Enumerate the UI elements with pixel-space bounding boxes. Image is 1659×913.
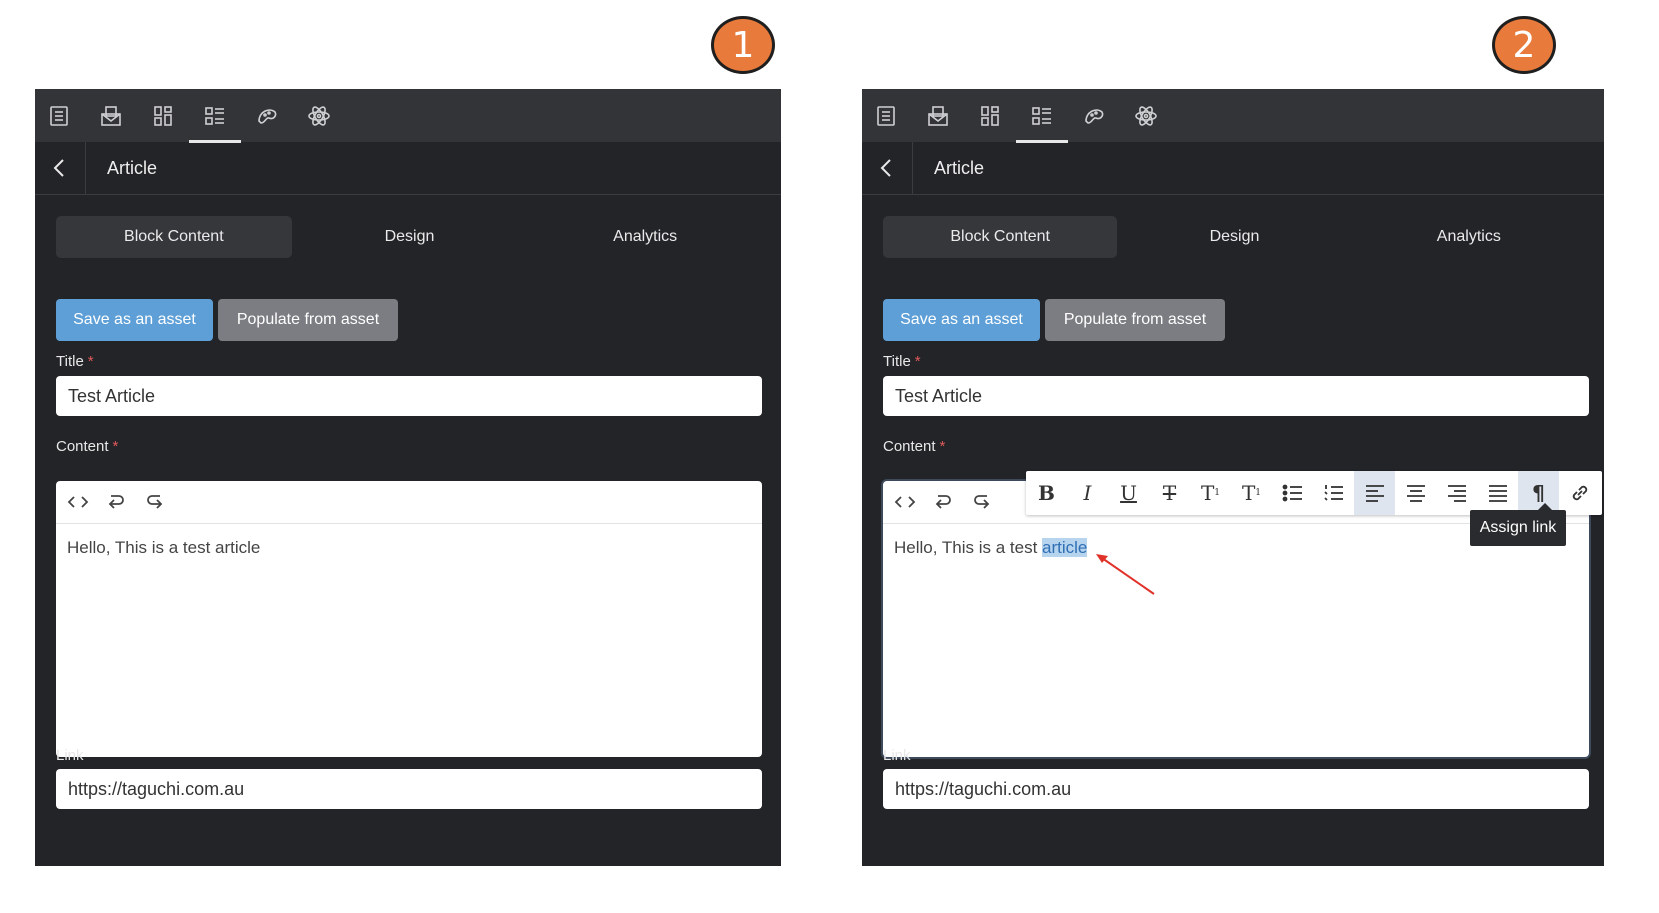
assign-link-tooltip: Assign link: [1470, 503, 1566, 546]
back-button[interactable]: [862, 142, 913, 194]
redo-icon[interactable]: [970, 491, 994, 513]
atom-icon[interactable]: [1132, 102, 1160, 130]
header-row: Article: [35, 142, 781, 195]
step-badge-1: 1: [711, 16, 775, 74]
selected-text[interactable]: article: [1042, 538, 1088, 557]
title-field[interactable]: Test Article: [56, 376, 762, 416]
page-icon[interactable]: [45, 102, 73, 130]
numbered-list-icon[interactable]: [1313, 471, 1354, 515]
top-toolbar: [35, 89, 781, 143]
populate-from-asset-button[interactable]: Populate from asset: [218, 299, 398, 341]
editor-toolbar: [56, 481, 762, 524]
page-icon[interactable]: [872, 102, 900, 130]
palette-icon[interactable]: [253, 102, 281, 130]
link-label: Link: [56, 747, 84, 764]
undo-icon[interactable]: [104, 491, 128, 513]
underline-icon[interactable]: U: [1108, 471, 1149, 515]
undo-icon[interactable]: [931, 491, 955, 513]
content-label: Content *: [883, 438, 946, 455]
tab-analytics[interactable]: Analytics: [1352, 216, 1586, 258]
code-view-icon[interactable]: [66, 491, 90, 513]
save-as-asset-button[interactable]: Save as an asset: [883, 299, 1040, 341]
page-title: Article: [107, 158, 158, 178]
atom-icon[interactable]: [305, 102, 333, 130]
content-label: Content *: [56, 438, 119, 455]
email-icon[interactable]: [924, 102, 952, 130]
required-marker: *: [87, 353, 94, 370]
editor-panel-2: Article Block Content Design Analytics S…: [862, 89, 1604, 866]
title-label: Title *: [883, 353, 921, 370]
content-text[interactable]: Hello, This is a test article: [67, 538, 260, 558]
link-icon[interactable]: [1559, 471, 1600, 515]
annotation-arrow-icon: [1096, 554, 1155, 595]
link-label: Link: [883, 747, 911, 764]
strikethrough-icon[interactable]: T: [1149, 471, 1190, 515]
page-title: Article: [934, 158, 985, 178]
link-field[interactable]: https://taguchi.com.au: [883, 769, 1589, 809]
rich-text-toolbar: B I U T T1 T1 ¶: [1026, 471, 1602, 515]
list-blocks-icon[interactable]: [189, 102, 241, 143]
subscript-icon[interactable]: T1: [1231, 471, 1272, 515]
align-left-icon[interactable]: [1354, 471, 1395, 515]
bold-icon[interactable]: B: [1026, 471, 1067, 515]
title-field[interactable]: Test Article: [883, 376, 1589, 416]
editor-panel-1: Article Block Content Design Analytics S…: [35, 89, 781, 866]
layout-icon[interactable]: [149, 102, 177, 130]
code-view-icon[interactable]: [893, 491, 917, 513]
title-label: Title *: [56, 353, 94, 370]
italic-icon[interactable]: I: [1067, 471, 1108, 515]
tab-bar: Block Content Design Analytics: [56, 216, 763, 258]
back-button[interactable]: [35, 142, 86, 194]
link-field[interactable]: https://taguchi.com.au: [56, 769, 762, 809]
list-blocks-icon[interactable]: [1016, 102, 1068, 143]
superscript-icon[interactable]: T1: [1190, 471, 1231, 515]
save-as-asset-button[interactable]: Save as an asset: [56, 299, 213, 341]
step-badge-2: 2: [1492, 16, 1556, 74]
justify-icon[interactable]: [1477, 471, 1518, 515]
populate-from-asset-button[interactable]: Populate from asset: [1045, 299, 1225, 341]
content-editor[interactable]: Hello, This is a test article: [56, 481, 762, 757]
tab-design[interactable]: Design: [1117, 216, 1351, 258]
tab-analytics[interactable]: Analytics: [527, 216, 763, 258]
required-marker: *: [112, 438, 119, 455]
top-toolbar: [862, 89, 1604, 143]
email-icon[interactable]: [97, 102, 125, 130]
tab-design[interactable]: Design: [292, 216, 528, 258]
header-row: Article: [862, 142, 1604, 195]
chevron-left-icon: [53, 159, 64, 177]
redo-icon[interactable]: [143, 491, 167, 513]
tab-block-content[interactable]: Block Content: [56, 216, 292, 258]
content-text[interactable]: Hello, This is a test article: [894, 538, 1088, 558]
required-marker: *: [939, 438, 946, 455]
layout-icon[interactable]: [976, 102, 1004, 130]
bullet-list-icon[interactable]: [1272, 471, 1313, 515]
chevron-left-icon: [880, 159, 891, 177]
tab-bar: Block Content Design Analytics: [883, 216, 1586, 258]
palette-icon[interactable]: [1080, 102, 1108, 130]
required-marker: *: [914, 353, 921, 370]
align-center-icon[interactable]: [1395, 471, 1436, 515]
align-right-icon[interactable]: [1436, 471, 1477, 515]
tab-block-content[interactable]: Block Content: [883, 216, 1118, 258]
